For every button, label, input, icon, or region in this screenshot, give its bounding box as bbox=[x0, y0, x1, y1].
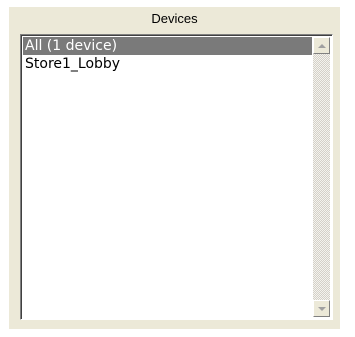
devices-list: All (1 device) Store1_Lobby bbox=[23, 37, 312, 317]
devices-panel: Devices All (1 device) Store1_Lobby bbox=[9, 7, 340, 329]
device-item-store1-lobby[interactable]: Store1_Lobby bbox=[23, 55, 312, 73]
devices-listbox[interactable]: All (1 device) Store1_Lobby bbox=[20, 34, 333, 320]
scroll-up-button[interactable] bbox=[313, 37, 330, 54]
panel-title: Devices bbox=[151, 11, 198, 26]
chevron-up-icon bbox=[317, 43, 326, 48]
chevron-down-icon bbox=[317, 306, 326, 311]
scroll-down-button[interactable] bbox=[313, 300, 330, 317]
vertical-scrollbar[interactable] bbox=[313, 37, 330, 317]
device-item-all[interactable]: All (1 device) bbox=[23, 37, 312, 55]
